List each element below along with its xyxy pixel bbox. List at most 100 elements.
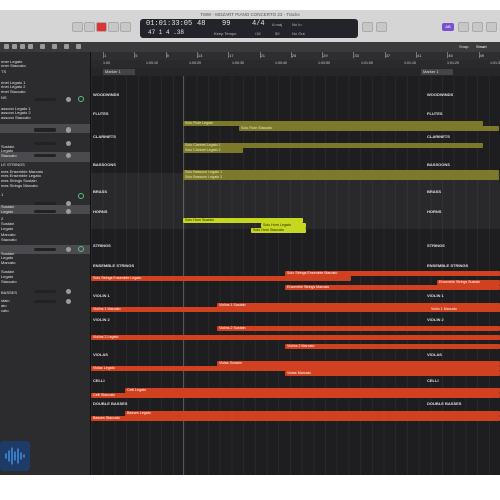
region[interactable]: Solo Bassoon Legato 2 [183, 175, 499, 180]
track-name[interactable]: Staccato [1, 279, 17, 284]
input-monitor-icon[interactable] [78, 246, 84, 252]
pan-knob[interactable] [66, 299, 71, 304]
track-name[interactable]: NS [1, 95, 7, 100]
group-label-ensemble: ENSEMBLE STRINGS [93, 263, 135, 268]
count-in-button[interactable] [376, 22, 387, 32]
track-name[interactable]: TS [1, 69, 6, 74]
lcd-division: /16 [255, 31, 261, 36]
bar-number: 41 [417, 53, 422, 58]
lcd-signature: 4/4 [252, 20, 265, 28]
region[interactable]: Solo Flute Staccato [239, 126, 499, 131]
bar-number: 25 [291, 53, 297, 58]
control-bar: TMW - MOZART PIANO CONCERTO 23 - Tracks … [0, 10, 500, 43]
track-name[interactable]: BASSES [1, 290, 17, 295]
volume-slider[interactable] [34, 142, 56, 145]
automation-icon[interactable] [76, 44, 81, 49]
track-name[interactable]: Staccato [1, 237, 17, 242]
input-monitor-icon[interactable] [78, 96, 84, 102]
add-track-icon[interactable] [40, 44, 45, 49]
pan-knob[interactable] [66, 289, 71, 294]
track-name[interactable]: cato [1, 308, 9, 313]
lcd-bars: 47 1 4 .38 [148, 29, 185, 36]
group-label-strings: STRINGS [427, 243, 445, 248]
record-button[interactable] [96, 22, 107, 32]
region[interactable]: Solo Clarinet Legato 2 [183, 148, 243, 153]
volume-slider[interactable] [34, 154, 56, 157]
badge[interactable]: AB [442, 23, 454, 31]
pan-knob[interactable] [66, 209, 71, 214]
region[interactable]: Violins 2 Sustain [217, 326, 500, 331]
library-button[interactable] [458, 22, 469, 32]
pan-knob[interactable] [66, 97, 71, 102]
view-menu-icon[interactable] [20, 44, 25, 49]
track-name[interactable]: mes Strings Marcato [1, 183, 38, 188]
volume-slider[interactable] [34, 290, 56, 293]
pan-knob[interactable] [66, 201, 71, 206]
volume-slider[interactable] [34, 98, 56, 101]
region[interactable]: Violin 1 Marcato [429, 307, 500, 312]
track-name[interactable]: 1 [1, 192, 3, 197]
waveform-icon [0, 441, 30, 471]
flex-icon[interactable] [64, 44, 69, 49]
volume-slider[interactable] [34, 202, 56, 205]
cycle-button[interactable] [120, 22, 131, 32]
snap-mode[interactable]: Smart [476, 44, 487, 49]
region[interactable]: Solo Horn Staccato [251, 228, 306, 233]
lcd-position: 01:01:33:05 [146, 20, 193, 28]
volume-slider[interactable] [34, 210, 56, 213]
region[interactable]: Ensemble Strings Marcato [285, 285, 500, 290]
track-name[interactable]: Staccato [1, 153, 17, 158]
time-label: 1:01:30 [490, 61, 500, 65]
tracks-area[interactable]: WOODWINDS WOODWINDS FLUTES FLUTES CLARINETS C… [91, 76, 500, 475]
input-monitor-icon[interactable] [78, 193, 84, 199]
track-name[interactable]: assoon Staccato [1, 115, 31, 120]
track-name[interactable]: rinet Staccato [1, 89, 25, 94]
region[interactable]: Violins 2 Legato [91, 335, 500, 340]
track-name[interactable]: Legato [1, 209, 13, 214]
ruler[interactable]: 1 5 9 13 17 21 25 29 33 37 41 45 49 1:00 1:00:10 1:00:2… [91, 52, 500, 77]
lcd-display[interactable]: 01:01:33:05 47 1 4 .38 48 99 Keep Tempo … [140, 19, 358, 38]
snap-label[interactable]: Snap: [459, 44, 469, 49]
pan-knob[interactable] [66, 153, 71, 158]
region[interactable]: Violins 2 Marcato [285, 344, 500, 349]
region[interactable]: Solo Strings Ensemble Legato [91, 276, 351, 281]
time-label: 1:00:10 [146, 61, 158, 65]
group-label-strings: STRINGS [93, 243, 111, 248]
editor-button[interactable] [472, 22, 483, 32]
volume-slider[interactable] [34, 248, 56, 251]
global-tracks-icon[interactable] [52, 44, 57, 49]
track-name[interactable]: nner Staccato [1, 63, 26, 68]
tracks-toolbar: Snap: Smart [0, 42, 500, 52]
bar-number: 37 [385, 53, 391, 58]
lcd-num: 50 [275, 31, 280, 36]
bar-number: 49 [479, 53, 485, 58]
group-label-flutes: FLUTES [93, 111, 109, 116]
region[interactable]: Basses Staccato [91, 416, 500, 421]
catch-icon[interactable] [28, 44, 33, 49]
region[interactable]: Celli Staccato [91, 393, 500, 398]
track-name[interactable]: Legato [1, 226, 13, 231]
pan-knob[interactable] [66, 128, 71, 133]
pan-knob[interactable] [66, 141, 71, 146]
volume-slider[interactable] [34, 300, 56, 303]
marker[interactable]: Marker 1 [103, 69, 135, 75]
pan-knob[interactable] [66, 247, 71, 252]
edit-menu-icon[interactable] [4, 44, 9, 49]
window-title: TMW - MOZART PIANO CONCERTO 23 - Tracks [200, 12, 300, 17]
time-label: 1:00 [103, 61, 110, 65]
group-label-violas: VIOLAS [427, 352, 442, 357]
group-label-flutes: FLUTES [427, 111, 443, 116]
track-name[interactable]: Marcato [1, 260, 15, 265]
play-button[interactable] [108, 22, 119, 32]
functions-menu-icon[interactable] [12, 44, 17, 49]
marker[interactable]: Marker 1 [421, 69, 453, 75]
region[interactable]: Violas Marcato [285, 371, 500, 376]
lcd-in: No In [292, 22, 302, 27]
group-label-celli: CELLI [427, 378, 439, 383]
browser-button[interactable] [486, 22, 497, 32]
volume-slider[interactable] [34, 129, 56, 132]
track-name[interactable]: LE STRINGS [1, 162, 25, 167]
rewind-button[interactable] [72, 22, 83, 32]
forward-button[interactable] [84, 22, 95, 32]
tuner-button[interactable] [362, 22, 373, 32]
